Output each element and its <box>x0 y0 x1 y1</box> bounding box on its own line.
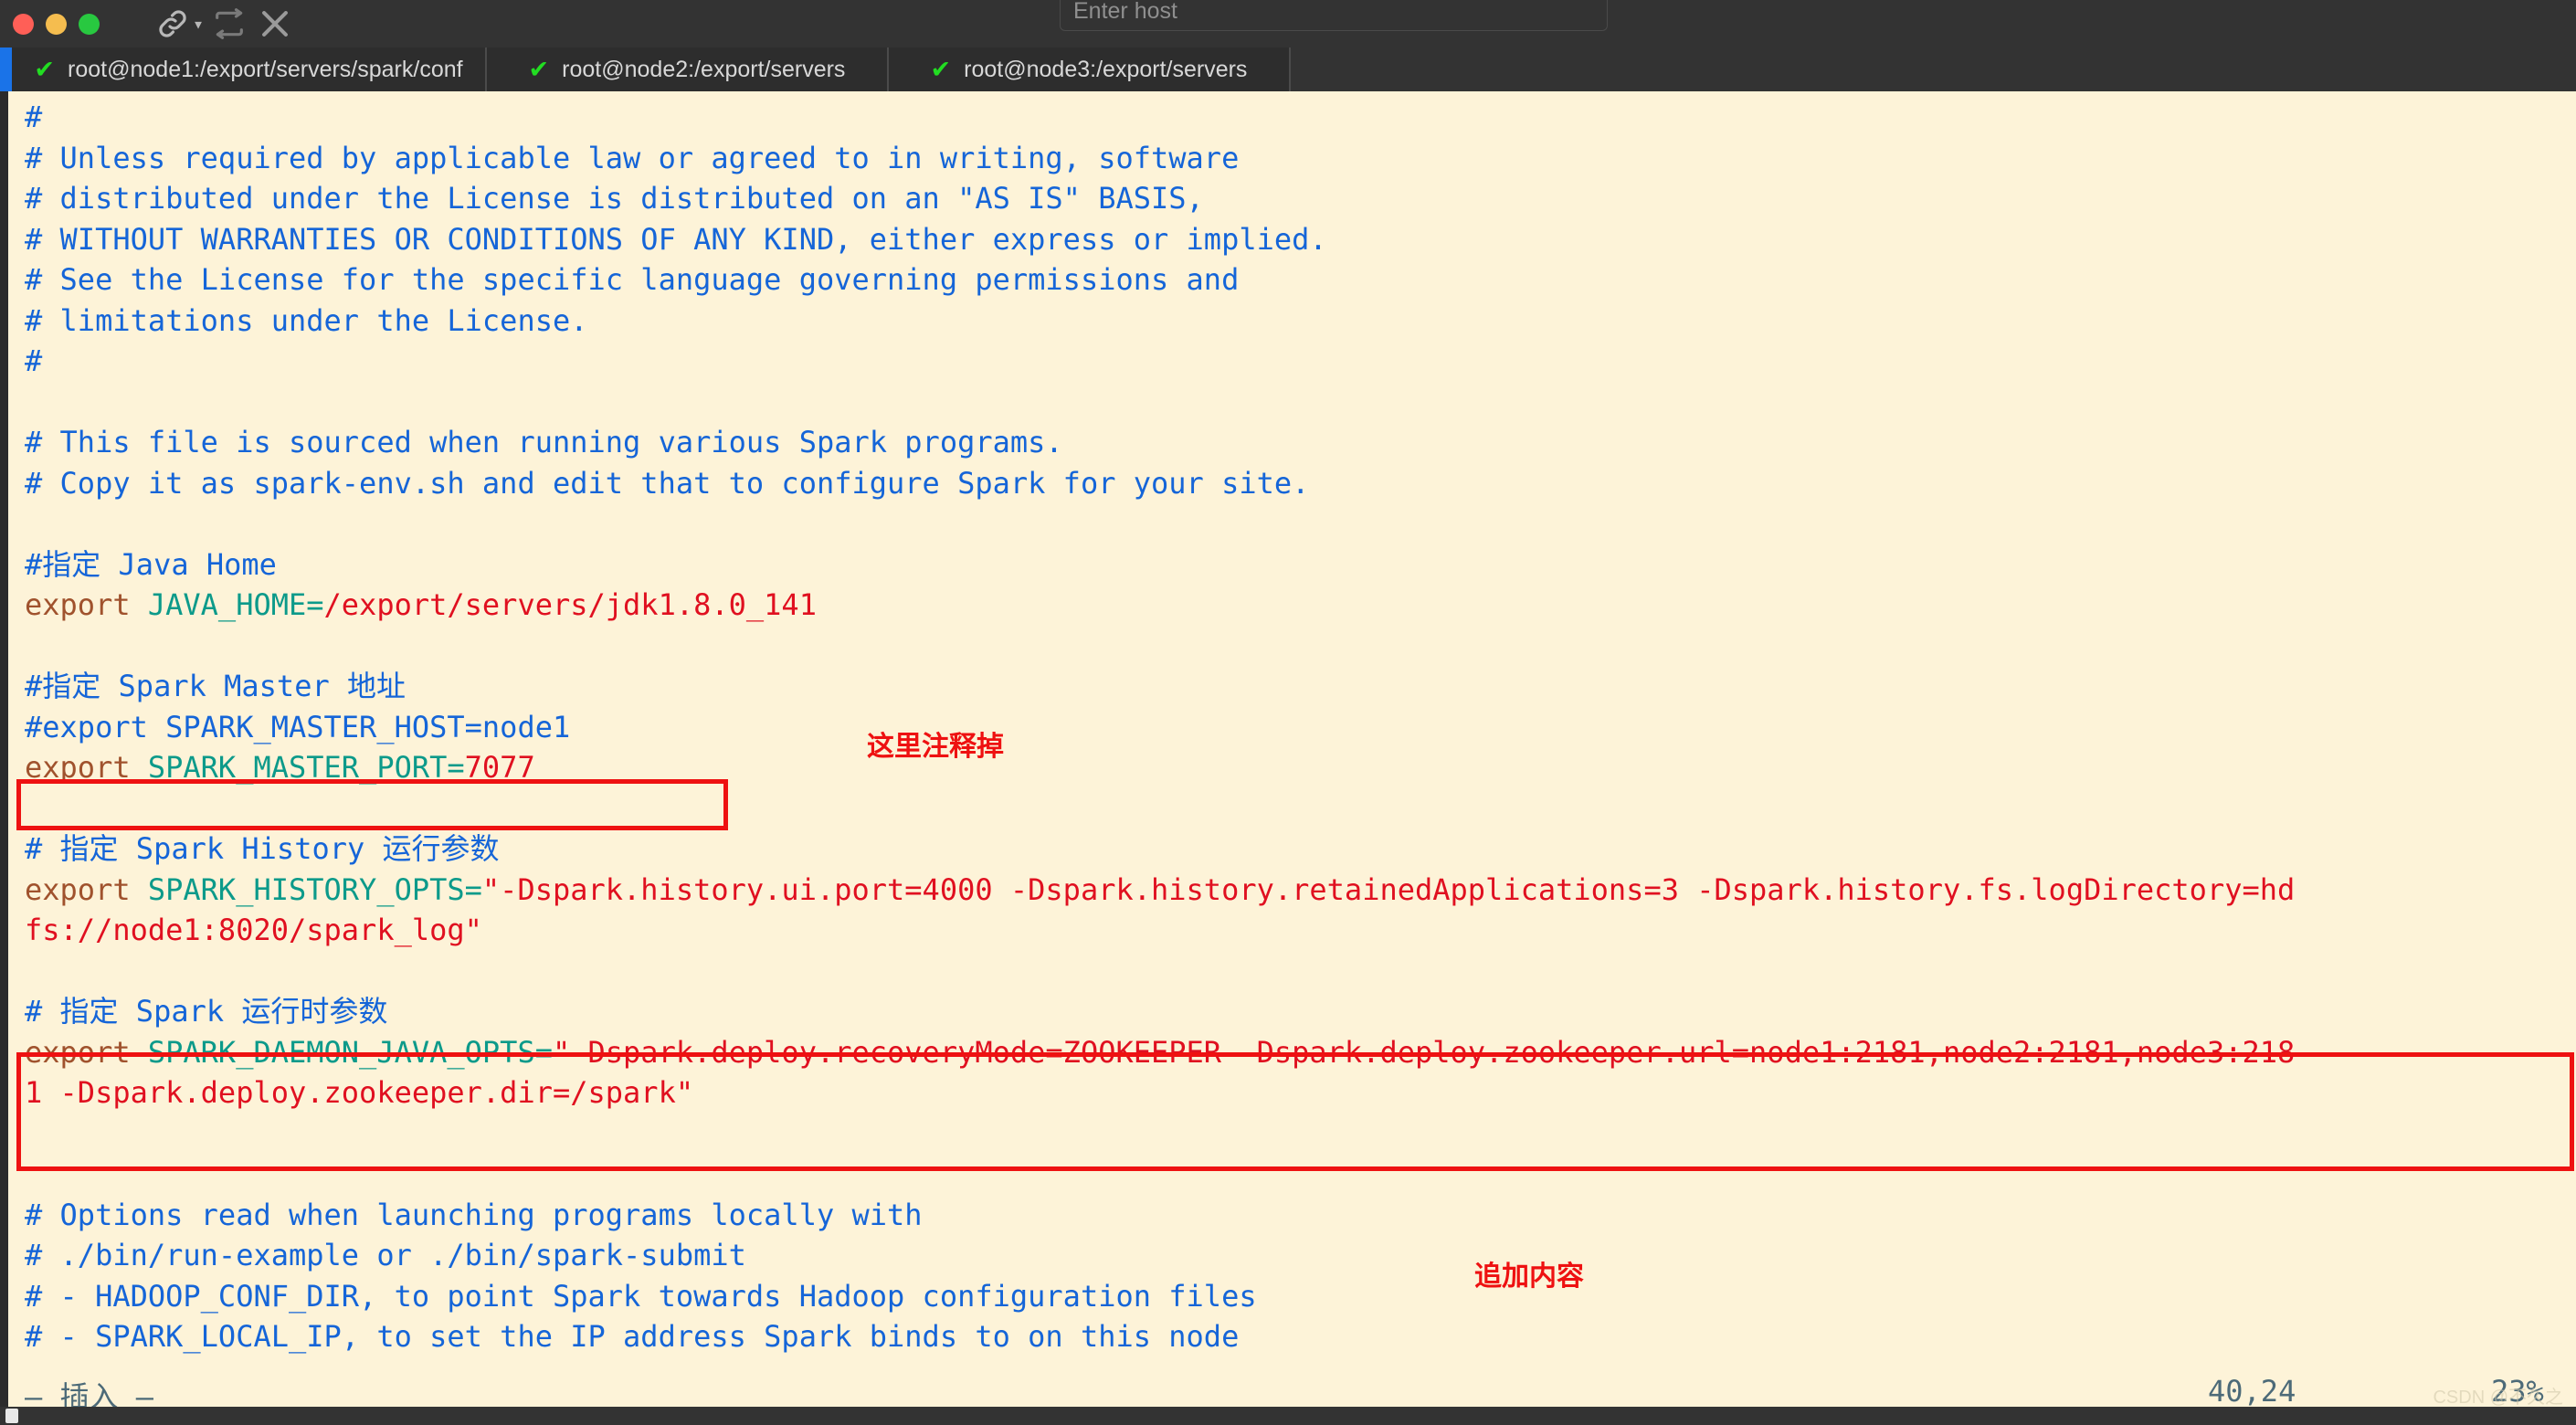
minimize-window-button[interactable] <box>46 13 67 35</box>
vim-buffer[interactable]: # # Unless required by applicable law or… <box>25 97 2576 1357</box>
code-token: export <box>25 1034 148 1070</box>
terminal-pane[interactable]: # # Unless required by applicable law or… <box>0 91 2576 1407</box>
enter-host-input[interactable] <box>1060 0 1608 31</box>
check-icon: ✔ <box>34 55 56 83</box>
traffic-lights <box>13 13 100 35</box>
active-tab-accent <box>0 48 12 91</box>
tab-bar-filler <box>1291 48 2576 91</box>
toolbar: ▾ <box>154 4 295 44</box>
code-token: # distributed under the License is distr… <box>25 181 1204 216</box>
code-token: # This file is sourced when running vari… <box>25 425 1063 459</box>
code-token: SPARK_HISTORY_OPTS= <box>147 871 482 907</box>
annotation-comment-out: 这里注释掉 <box>867 732 1004 762</box>
code-token: SPARK_MASTER_PORT= <box>147 750 465 785</box>
host-field-wrapper <box>1060 0 1608 31</box>
vim-status-line: — 插入 — 40,24 23% <box>25 1374 2564 1407</box>
title-bar: ▾ <box>0 0 2576 48</box>
code-token: # WITHOUT WARRANTIES OR CONDITIONS OF AN… <box>25 221 1327 257</box>
check-icon: ✔ <box>528 55 550 83</box>
code-token: # <box>25 343 43 378</box>
terminal-left-edge <box>0 91 8 1407</box>
code-token: # ./bin/run-example or ./bin/spark-submi… <box>25 1238 746 1272</box>
code-token: export <box>25 750 148 785</box>
code-token: # 指定 Spark 运行时参数 <box>25 994 388 1029</box>
tab-bar: ✔ root@node1:/export/servers/spark/conf … <box>0 48 2576 91</box>
code-token: export <box>25 587 148 622</box>
code-token: # <box>25 100 43 134</box>
os-taskbar <box>0 1407 2576 1425</box>
app-window: ▾ Enter host ✔ root@node1:/export/server… <box>0 0 2576 1425</box>
code-token: # Copy it as spark-env.sh and edit that … <box>25 465 1310 501</box>
tab-node3[interactable]: ✔ root@node3:/export/servers <box>889 48 1291 91</box>
maximize-window-button[interactable] <box>79 13 100 35</box>
close-window-button[interactable] <box>13 13 34 35</box>
code-token: # See the License for the specific langu… <box>25 262 1240 297</box>
code-token: #export SPARK_MASTER_HOST=node1 <box>25 709 571 744</box>
check-icon: ✔ <box>930 55 952 83</box>
vim-mode-indicator: — 插入 — <box>25 1379 154 1407</box>
cursor-position: 40,24 <box>2208 1374 2296 1407</box>
code-token: #指定 Spark Master 地址 <box>25 669 406 703</box>
taskbar-app-icon[interactable] <box>5 1409 18 1423</box>
code-token: # - SPARK_LOCAL_IP, to set the IP addres… <box>25 1319 1240 1354</box>
code-token: # - HADOOP_CONF_DIR, to point Spark towa… <box>25 1278 1257 1314</box>
tab-node1[interactable]: ✔ root@node1:/export/servers/spark/conf <box>12 48 487 91</box>
close-icon <box>262 11 288 37</box>
code-token: 1 -Dspark.deploy.zookeeper.dir=/spark" <box>25 1075 694 1110</box>
code-token: # Options read when launching programs l… <box>25 1197 923 1232</box>
editor-screen[interactable]: # # Unless required by applicable law or… <box>8 91 2576 1407</box>
code-token: #指定 Java Home <box>25 546 277 582</box>
annotation-append-content: 追加内容 <box>1474 1261 1584 1292</box>
code-token: export <box>25 871 148 907</box>
link-icon <box>159 10 186 37</box>
code-token: "-Dspark.deploy.recoveryMode=ZOOKEEPER -… <box>552 1034 2296 1070</box>
tab-label: root@node1:/export/servers/spark/conf <box>68 56 463 82</box>
close-session-button[interactable] <box>255 4 295 44</box>
csdn-watermark: CSDN @不久之 <box>2433 1388 2563 1407</box>
repeat-icon <box>216 8 243 39</box>
code-token: # 指定 Spark History 运行参数 <box>25 831 500 866</box>
code-token: JAVA_HOME= <box>147 587 324 622</box>
code-token: # limitations under the License. <box>25 302 588 338</box>
sync-sessions-button[interactable] <box>209 4 249 44</box>
code-token: /export/servers/jdk1.8.0_141 <box>323 587 817 622</box>
code-token: 7077 <box>464 750 535 785</box>
tab-label: root@node2:/export/servers <box>562 56 846 82</box>
tab-label: root@node3:/export/servers <box>964 56 1248 82</box>
code-token: # Unless required by applicable law or a… <box>25 140 1240 175</box>
code-token: "-Dspark.history.ui.port=4000 -Dspark.hi… <box>481 871 2296 907</box>
chevron-down-icon[interactable]: ▾ <box>193 15 204 33</box>
code-token: fs://node1:8020/spark_log" <box>25 913 482 947</box>
tab-node2[interactable]: ✔ root@node2:/export/servers <box>487 48 889 91</box>
code-token: SPARK_DAEMON_JAVA_OPTS= <box>147 1034 553 1070</box>
link-sessions-button[interactable]: ▾ <box>154 4 204 44</box>
